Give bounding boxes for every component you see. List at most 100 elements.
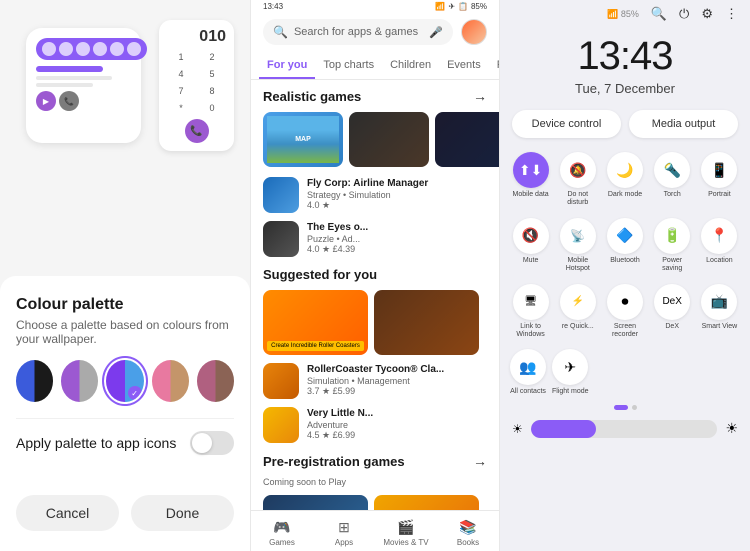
books-icon: 📚 (459, 519, 476, 536)
power-saving-icon: 🔋 (654, 218, 690, 254)
flight-mode-label: Flight mode (552, 388, 589, 396)
tile-location[interactable]: 📍 Location (699, 218, 740, 274)
pre-reg-thumb-1[interactable] (263, 495, 368, 510)
palette-action-buttons: Cancel Done (0, 483, 250, 551)
ps-search-bar[interactable]: 🔍 Search for apps & games 🎤 (263, 19, 453, 45)
nav-books[interactable]: 📚 Books (437, 519, 499, 547)
eyes-game-rating: 4.0 ★ £4.39 (307, 244, 368, 255)
torch-icon: 🔦 (654, 152, 690, 188)
mic-icon[interactable]: 🎤 (429, 26, 443, 39)
suggested-title: Suggested for you (263, 267, 377, 282)
eyes-game-row[interactable]: The Eyes o... Puzzle • Ad... 4.0 ★ £4.39 (263, 221, 487, 257)
realistic-games-arrow[interactable]: → (473, 88, 487, 104)
very-little-thumb[interactable] (374, 290, 479, 355)
bluetooth-label: Bluetooth (610, 257, 640, 265)
game-thumb-map[interactable]: MAP (263, 112, 343, 167)
pre-reg-thumb-2[interactable] (374, 495, 479, 510)
search-icon: 🔍 (273, 25, 288, 39)
nav-apps[interactable]: ⊞ Apps (313, 519, 375, 547)
movies-icon: 🎬 (397, 519, 414, 536)
tile-power-saving[interactable]: 🔋 Power saving (652, 218, 693, 274)
tab-events[interactable]: Events (439, 53, 489, 79)
swatch-purple-blue[interactable]: ✓ (106, 360, 143, 402)
tile-mobile-data[interactable]: ⬆⬇ Mobile data (510, 152, 551, 208)
eyes-game-icon (263, 221, 299, 257)
screen-recorder-icon: ⏺ (607, 284, 643, 320)
airline-manager-icon (263, 177, 299, 213)
tab-top-charts[interactable]: Top charts (315, 53, 382, 79)
media-output-button[interactable]: Media output (629, 110, 738, 138)
tile-bluetooth[interactable]: 🔷 Bluetooth (604, 218, 645, 274)
tab-pre[interactable]: Pre (489, 53, 499, 79)
apps-label: Apps (335, 538, 353, 547)
ps-status-bar: 13:43 📶✈📋85% (251, 0, 499, 11)
search-icon-qs[interactable]: 🔍 (651, 6, 667, 22)
ps-user-avatar[interactable] (461, 19, 487, 45)
device-control-button[interactable]: Device control (512, 110, 621, 138)
tile-link-windows[interactable]: 🖥 Link to Windows (510, 284, 551, 340)
rollercoaster-thumb[interactable]: Create Incredible Roller Coasters (263, 290, 368, 355)
tile-quick-share[interactable]: ⚡ re Quick... (557, 284, 598, 340)
rollercoaster-name: RollerCoaster Tycoon® Cla... (307, 363, 444, 376)
pre-reg-arrow[interactable]: → (473, 453, 487, 469)
qs-date: Tue, 7 December (500, 81, 750, 96)
rollercoaster-row[interactable]: RollerCoaster Tycoon® Cla... Simulation … (263, 363, 487, 399)
game-thumb-third[interactable] (435, 112, 499, 167)
tile-do-not-disturb[interactable]: 🔕 Do not disturb (557, 152, 598, 208)
palette-subtitle: Choose a palette based on colours from y… (16, 318, 234, 346)
apply-palette-toggle[interactable] (190, 431, 234, 455)
swatch-pink-tan[interactable] (152, 360, 189, 402)
qs-brightness-control[interactable]: ☀ ☀ (512, 420, 738, 438)
tile-smart-view[interactable]: 📺 Smart View (699, 284, 740, 340)
tile-portrait[interactable]: 📱 Portrait (699, 152, 740, 208)
mute-icon: 🔇 (513, 218, 549, 254)
game-thumb-third-bg (435, 112, 499, 167)
tile-dark-mode[interactable]: 🌙 Dark mode (604, 152, 645, 208)
brightness-bar[interactable] (531, 420, 718, 438)
swatch-mauve-brown[interactable] (197, 360, 234, 402)
airline-manager-rating: 4.0 ★ (307, 200, 428, 211)
very-little-meta: Adventure (307, 420, 373, 430)
power-saving-label: Power saving (652, 257, 693, 274)
tile-torch[interactable]: 🔦 Torch (652, 152, 693, 208)
settings-icon[interactable]: ⚙ (701, 6, 713, 22)
power-icon[interactable]: ⏻ (679, 6, 689, 22)
airline-manager-row[interactable]: Fly Corp: Airline Manager Strategy • Sim… (263, 177, 487, 213)
done-button[interactable]: Done (131, 495, 234, 531)
very-little-row[interactable]: Very Little N... Adventure 4.5 ★ £6.99 (263, 407, 487, 443)
dex-label: DeX (665, 323, 679, 331)
realistic-games-title: Realistic games (263, 89, 361, 104)
tile-all-contacts[interactable]: 👥 All contacts (510, 349, 546, 396)
game-thumb-dark[interactable] (349, 112, 429, 167)
tile-screen-recorder[interactable]: ⏺ Screen recorder (604, 284, 645, 340)
swatch-purple-gray[interactable] (61, 360, 98, 402)
ps-time: 13:43 (263, 2, 283, 11)
rollercoaster-banner: Create Incredible Roller Coasters (267, 341, 364, 351)
tab-children[interactable]: Children (382, 53, 439, 79)
qs-tiles-row3: 🖥 Link to Windows ⚡ re Quick... ⏺ Screen… (500, 284, 750, 340)
nav-movies[interactable]: 🎬 Movies & TV (375, 519, 437, 547)
tab-for-you[interactable]: For you (259, 53, 315, 79)
mute-label: Mute (523, 257, 539, 265)
tile-flight-mode[interactable]: ✈ Flight mode (552, 349, 589, 396)
brightness-fill (531, 420, 596, 438)
airline-manager-meta: Strategy • Simulation (307, 190, 428, 200)
all-contacts-label: All contacts (510, 388, 546, 396)
eyes-game-meta: Puzzle • Ad... (307, 234, 368, 244)
swatch-blue-black[interactable] (16, 360, 53, 402)
toggle-knob (192, 433, 212, 453)
tile-mute[interactable]: 🔇 Mute (510, 218, 551, 274)
nav-games[interactable]: 🎮 Games (251, 519, 313, 547)
very-little-name: Very Little N... (307, 407, 373, 420)
more-icon[interactable]: ⋮ (725, 6, 738, 22)
smart-view-label: Smart View (702, 323, 738, 331)
very-little-info: Very Little N... Adventure 4.5 ★ £6.99 (307, 407, 373, 441)
tile-hotspot[interactable]: 📡 Mobile Hotspot (557, 218, 598, 274)
qs-pagination-dots (500, 405, 750, 410)
cancel-button[interactable]: Cancel (16, 495, 119, 531)
brightness-max-icon: ☀ (725, 420, 738, 437)
do-not-disturb-label: Do not disturb (557, 191, 598, 208)
palette-title: Colour palette (16, 296, 234, 314)
ps-search-placeholder: Search for apps & games (294, 26, 423, 38)
tile-dex[interactable]: DeX DeX (652, 284, 693, 340)
